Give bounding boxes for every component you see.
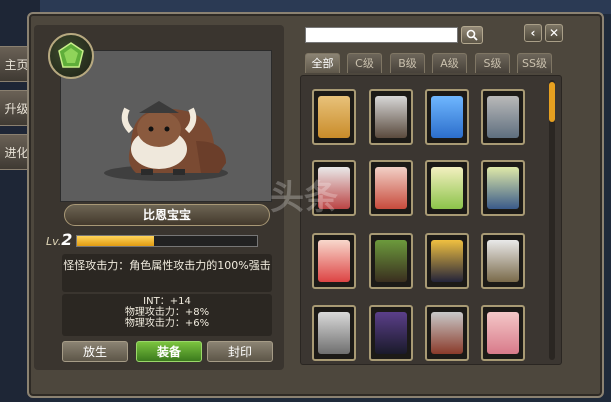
stat-line: 物理攻击力：+8%	[124, 307, 210, 318]
monster-card[interactable]	[312, 233, 356, 289]
grade-tab[interactable]: A级	[432, 53, 467, 73]
monster-card[interactable]	[369, 233, 413, 289]
monster-card-image	[318, 240, 350, 282]
scrollbar-thumb[interactable]	[549, 82, 555, 122]
experience-bar	[76, 235, 258, 247]
level-value: 2	[61, 230, 73, 249]
level-prefix: Lv.	[46, 235, 62, 248]
monster-card[interactable]	[312, 305, 356, 361]
monster-card-image	[487, 96, 519, 138]
release-button[interactable]: 放生	[62, 341, 128, 362]
monster-card-image	[431, 96, 463, 138]
monster-stats: INT：+14 物理攻击力：+8% 物理攻击力：+6%	[62, 294, 272, 336]
monster-card[interactable]	[369, 305, 413, 361]
monster-image	[104, 101, 228, 181]
monster-card[interactable]	[369, 89, 413, 145]
watermark: 头条	[270, 178, 338, 218]
monster-card[interactable]	[481, 89, 525, 145]
monster-card[interactable]	[481, 160, 525, 216]
level-label: Lv.2	[46, 230, 72, 249]
monster-card-image	[375, 312, 407, 354]
search-input[interactable]	[305, 27, 458, 43]
grade-tab[interactable]: C级	[347, 53, 382, 73]
search-icon	[466, 29, 478, 41]
monster-description: 怪怪攻击力：角色属性攻击力的100%强击	[62, 254, 272, 292]
grade-tab[interactable]: S级	[475, 53, 510, 73]
back-button[interactable]: ‹	[524, 24, 542, 42]
monster-card-image	[318, 96, 350, 138]
close-icon: ✕	[548, 26, 560, 40]
search-button[interactable]	[461, 26, 483, 44]
monster-card-image	[487, 240, 519, 282]
equip-button[interactable]: 装备	[136, 341, 202, 362]
monster-card-image	[375, 96, 407, 138]
monster-name: 比恩宝宝	[64, 204, 270, 226]
monster-card-image	[318, 312, 350, 354]
chevron-left-icon: ‹	[530, 26, 536, 40]
card-scrollbar[interactable]	[549, 80, 555, 360]
monster-grade-gem-icon	[48, 33, 94, 79]
stat-line: INT：+14	[143, 296, 191, 307]
side-tab-label: 升级	[4, 101, 29, 116]
monster-card[interactable]	[481, 233, 525, 289]
monster-card-image	[431, 240, 463, 282]
stat-line: 物理攻击力：+6%	[124, 318, 210, 329]
grade-tab[interactable]: SS级	[517, 53, 552, 73]
side-tab-label: 主页	[4, 57, 29, 72]
monster-card-image	[375, 240, 407, 282]
monster-card[interactable]	[425, 89, 469, 145]
side-tab-label: 进化	[4, 145, 29, 160]
monster-card-image	[487, 312, 519, 354]
monster-card[interactable]	[425, 233, 469, 289]
monster-card[interactable]	[312, 89, 356, 145]
monster-portrait	[60, 50, 272, 202]
grade-tab[interactable]: 全部	[305, 53, 340, 73]
monster-card[interactable]	[425, 305, 469, 361]
monster-card[interactable]	[481, 305, 525, 361]
monster-card-image	[487, 167, 519, 209]
monster-card-image	[431, 167, 463, 209]
experience-bar-fill	[77, 236, 155, 246]
monster-card[interactable]	[425, 160, 469, 216]
seal-button[interactable]: 封印	[207, 341, 273, 362]
grade-tab[interactable]: B级	[390, 53, 425, 73]
close-button[interactable]: ✕	[545, 24, 563, 42]
monster-card-image	[431, 312, 463, 354]
